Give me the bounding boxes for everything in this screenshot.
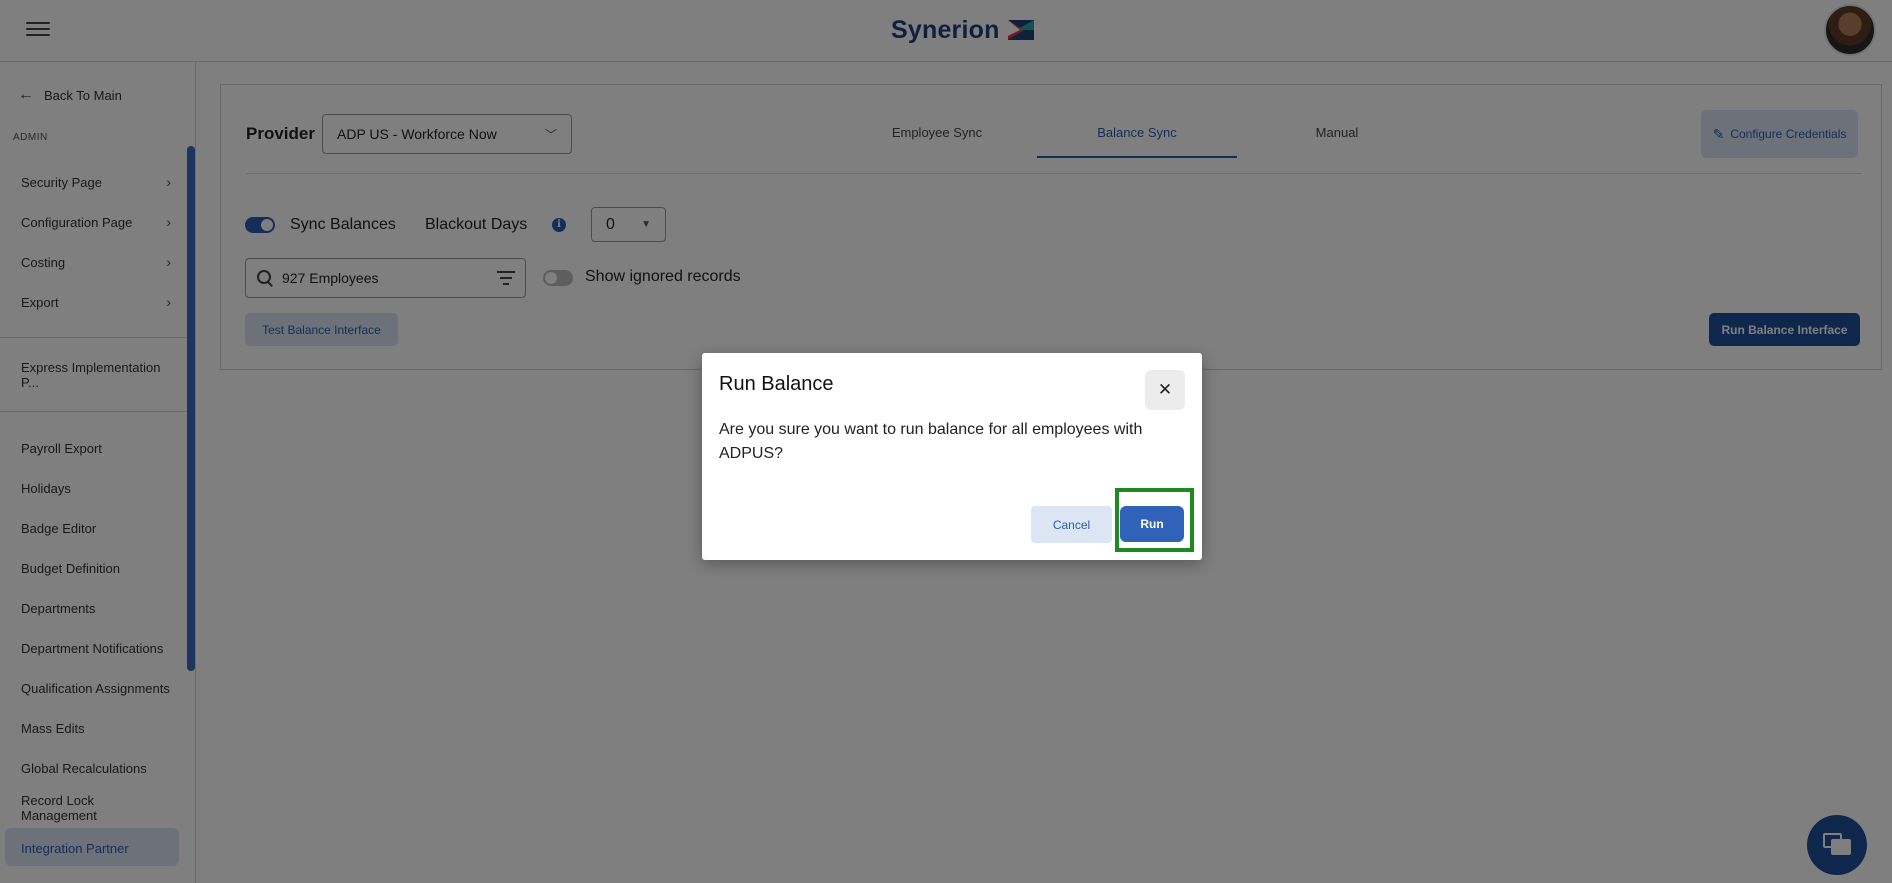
dialog-message: Are you sure you want to run balance for… [719, 421, 1143, 462]
run-button[interactable]: Run [1120, 506, 1184, 542]
cancel-button[interactable]: Cancel [1031, 506, 1112, 543]
close-icon[interactable]: ✕ [1145, 370, 1185, 410]
run-balance-dialog: Run Balance ✕ Are you sure you want to r… [702, 353, 1202, 560]
dialog-title: Run Balance [719, 373, 834, 395]
